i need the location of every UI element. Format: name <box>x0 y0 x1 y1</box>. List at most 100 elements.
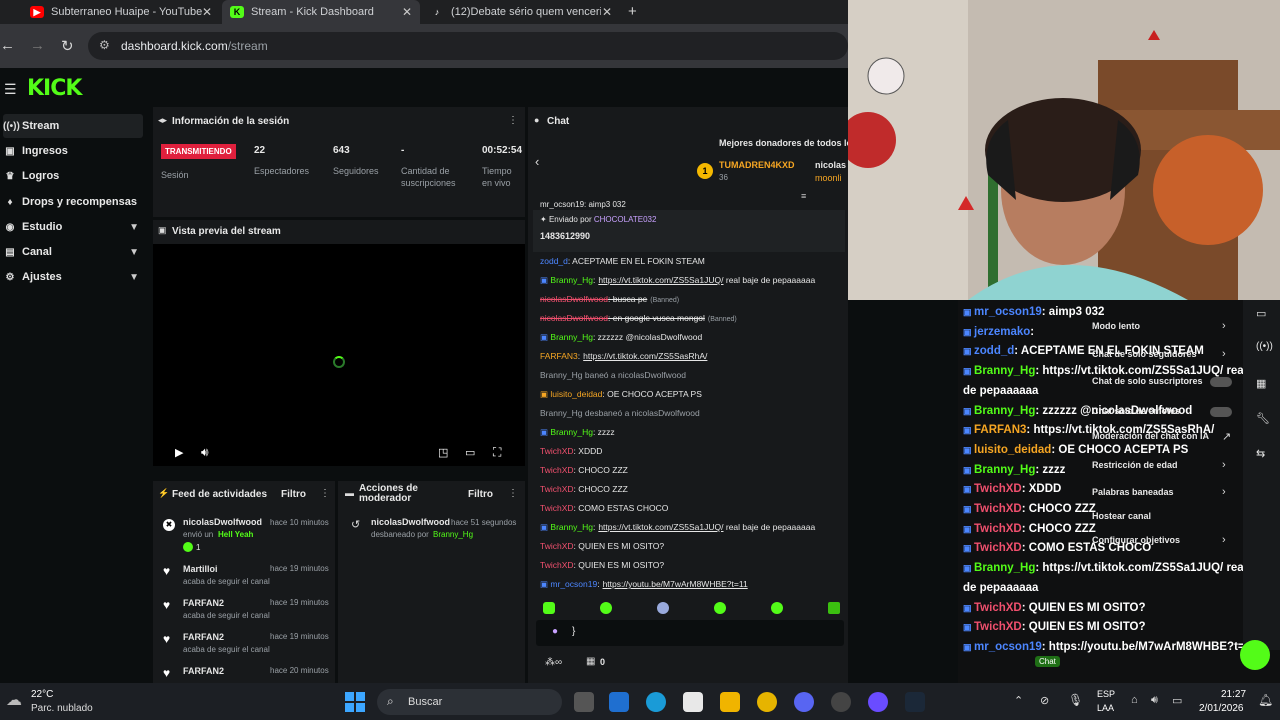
chat-tab-button[interactable]: Chat <box>1035 656 1060 667</box>
chat-username[interactable]: Branny_Hg <box>550 275 593 285</box>
emote-icon[interactable] <box>714 602 726 614</box>
pinned-sender[interactable]: CHOCOLATE032 <box>594 215 657 224</box>
sidebar-item-estudio[interactable]: ◉ Estudio ▼ <box>3 215 143 239</box>
taskbar-search[interactable] <box>377 689 562 715</box>
kicks-infinity-icon[interactable]: ⁂∞ <box>545 657 562 668</box>
weather-desc[interactable]: Parc. nublado <box>31 703 93 714</box>
volume-icon[interactable]: 🔊︎ <box>201 445 209 460</box>
chat-username[interactable]: Branny_Hg <box>550 522 593 532</box>
sidebar-item-ajustes[interactable]: ⚙ Ajustes ▼ <box>3 265 143 289</box>
chat-username[interactable]: nicolasDwolfwood <box>540 313 608 323</box>
fullscreen-icon[interactable]: ⛶ <box>493 445 501 460</box>
close-icon[interactable]: ✕ <box>202 5 212 19</box>
chat-settings-item[interactable]: Chat solo de emotes <box>1092 406 1180 416</box>
forward-icon[interactable]: → <box>30 37 45 54</box>
wifi-icon[interactable]: ⌂ <box>1131 694 1138 706</box>
chat-username[interactable]: luisito_deidad <box>550 389 602 399</box>
wrench-icon[interactable]: 🔧︎ <box>1256 412 1270 425</box>
url-field[interactable]: ⚙ dashboard.kick.com/stream <box>88 32 848 60</box>
more-options-icon[interactable]: ⋮ <box>320 488 330 499</box>
chat-username[interactable]: TwichXD <box>540 465 574 475</box>
emote-icon[interactable] <box>600 602 612 614</box>
broadcast-icon[interactable]: ((•)) <box>1256 341 1273 352</box>
chat-bubble-icon[interactable]: ▭ <box>1256 307 1266 320</box>
emote-icon[interactable] <box>771 602 783 614</box>
theater-mode-icon[interactable]: ▭ <box>465 446 475 459</box>
chat-link[interactable]: https://youtu.be/M7wArM8WHBE?t=11 <box>603 579 748 589</box>
app-icon[interactable] <box>868 692 888 712</box>
more-options-icon[interactable]: ⋮ <box>508 115 518 126</box>
emote-icon[interactable] <box>543 602 555 614</box>
chat-settings-item[interactable]: Modo lento <box>1092 321 1140 331</box>
chat-username[interactable]: nicolasDwolfwood <box>540 294 608 304</box>
tab-youtube[interactable]: ▶ Subterraneo Huaipe - YouTube ✕ <box>22 0 220 24</box>
battery-icon[interactable]: ▭ <box>1172 694 1182 707</box>
tab-kick-dashboard[interactable]: K Stream - Kick Dashboard ✕ <box>222 0 420 24</box>
donor-1-name[interactable]: TUMADREN4KXD <box>719 160 795 170</box>
chat-username[interactable]: TwichXD <box>540 541 574 551</box>
stream-preview-player[interactable] <box>153 244 525 466</box>
play-icon[interactable]: ▶ <box>175 446 183 459</box>
windows-start-icon[interactable] <box>345 692 365 712</box>
activity-user[interactable]: FARFAN2 <box>183 632 224 642</box>
sidebar-item-logros[interactable]: ♛ Logros <box>3 164 143 188</box>
mic-icon[interactable]: 🎙︎ <box>1068 693 1083 707</box>
chevron-left-icon[interactable]: ‹ <box>535 154 539 169</box>
task-view-icon[interactable] <box>574 692 594 712</box>
activity-filter-button[interactable]: Filtro <box>281 489 306 500</box>
chat-settings-item[interactable]: Chat de solo suscriptores <box>1092 376 1203 386</box>
clock-date[interactable]: 2/01/2026 <box>1199 703 1244 714</box>
pip-icon[interactable]: ◳ <box>438 446 448 459</box>
emote-icon[interactable] <box>657 602 669 614</box>
chat-settings-item[interactable]: Moderación del chat con IA <box>1092 431 1209 441</box>
chat-link[interactable]: https://vt.tiktok.com/ZS5SasRhA/ <box>583 351 707 361</box>
steam-icon[interactable] <box>905 692 925 712</box>
sidebar-item-drops[interactable]: ♦ Drops y recompensas <box>3 190 143 214</box>
notification-icon[interactable]: 🔔︎ <box>1258 693 1273 707</box>
edge-icon[interactable] <box>646 692 666 712</box>
obs-icon[interactable] <box>831 692 851 712</box>
more-options-icon[interactable]: ⋮ <box>508 488 518 499</box>
lang-code[interactable]: ESP <box>1097 689 1115 699</box>
chat-link[interactable]: https://vt.tiktok.com/ZS5Sa1JUQ/ <box>598 275 723 285</box>
activity-user[interactable]: Martilloi <box>183 564 218 574</box>
close-icon[interactable]: ✕ <box>402 5 412 19</box>
close-icon[interactable]: ✕ <box>602 5 612 19</box>
chat-link[interactable]: https://vt.tiktok.com/ZS5Sa1JUQ/ <box>598 522 723 532</box>
network-off-icon[interactable]: ⊘ <box>1040 694 1049 707</box>
gift-box-icon[interactable]: ▦ <box>586 656 595 667</box>
chat-settings-item[interactable]: Palabras baneadas <box>1092 487 1174 497</box>
site-settings-icon[interactable]: ⚙ <box>99 38 110 52</box>
lang-layout[interactable]: LAA <box>1097 703 1114 713</box>
activity-user[interactable]: FARFAN2 <box>183 598 224 608</box>
chat-settings-item[interactable]: Hostear canal <box>1092 511 1151 521</box>
chat-username[interactable]: TwichXD <box>540 560 574 570</box>
chat-username[interactable]: mr_ocson19 <box>550 579 597 589</box>
sidebar-item-stream[interactable]: ((•)) Stream <box>3 114 143 138</box>
weather-temp[interactable]: 22°C <box>31 689 53 700</box>
hamburger-menu-icon[interactable]: ☰ <box>4 81 17 98</box>
back-icon[interactable]: ← <box>0 37 15 54</box>
sidebar-item-canal[interactable]: ▤ Canal ▼ <box>3 240 143 264</box>
collapse-icon[interactable]: ≡ <box>801 191 806 201</box>
grid-icon[interactable]: ▦ <box>1256 377 1266 390</box>
chrome-icon[interactable] <box>757 692 777 712</box>
reload-icon[interactable]: ↻ <box>61 37 74 55</box>
split-icon[interactable]: ⇆ <box>1256 447 1265 460</box>
chat-username[interactable]: zodd_d <box>540 256 568 266</box>
volume-icon[interactable]: 🔊︎ <box>1151 694 1158 707</box>
toggle-switch[interactable] <box>1210 377 1232 387</box>
chat-settings-item[interactable]: Chat de solo seguidores <box>1092 349 1197 359</box>
chat-username[interactable]: TwichXD <box>540 484 574 494</box>
sidebar-item-ingresos[interactable]: ▣ Ingresos <box>3 139 143 163</box>
outlook-icon[interactable] <box>609 692 629 712</box>
activity-user[interactable]: nicolasDwolfwood <box>183 517 262 527</box>
activity-user[interactable]: FARFAN2 <box>183 666 224 676</box>
store-icon[interactable] <box>683 692 703 712</box>
kick-logo[interactable]: KICK <box>27 76 82 101</box>
chat-input[interactable] <box>536 620 844 646</box>
chat-username[interactable]: TwichXD <box>540 446 574 456</box>
donor-3-name[interactable]: moonli <box>815 173 842 183</box>
mod-filter-button[interactable]: Filtro <box>468 489 493 500</box>
chat-username[interactable]: Branny_Hg <box>550 427 593 437</box>
